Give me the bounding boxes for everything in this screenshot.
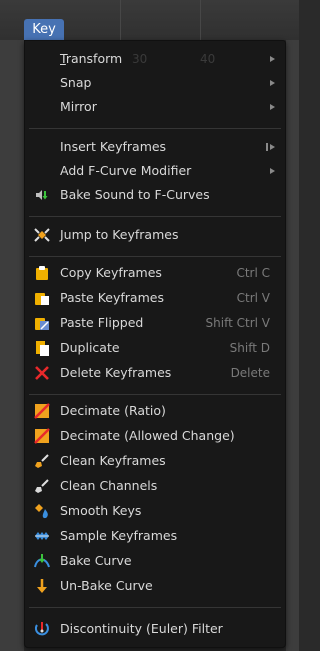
menu-item-clean-keyframes[interactable]: Clean Keyframes xyxy=(25,449,285,473)
menu-item-clean-channels[interactable]: Clean Channels xyxy=(25,474,285,498)
menu-item-paste-keyframes[interactable]: Paste Keyframes Ctrl V xyxy=(25,286,285,310)
menu-separator xyxy=(29,256,281,257)
key-menu-dropdown: Transform 30 40 Snap Mirror Insert Keyfr… xyxy=(24,40,286,648)
menu-item-label: Duplicate xyxy=(60,340,120,355)
menu-item-copy-keyframes[interactable]: Copy Keyframes Ctrl C xyxy=(25,261,285,285)
menu-item-bake-curve[interactable]: Bake Curve xyxy=(25,549,285,573)
copy-icon xyxy=(34,265,50,281)
menu-separator xyxy=(29,607,281,608)
menu-item-label: Insert Keyframes xyxy=(60,139,167,154)
decimate-icon xyxy=(34,403,50,419)
menu-separator xyxy=(29,216,281,217)
submenu-arrow-icon xyxy=(270,56,275,62)
menu-item-jump-to-keyframes[interactable]: Jump to Keyframes xyxy=(25,223,285,247)
delete-x-icon xyxy=(34,365,50,381)
menu-item-label: Bake Curve xyxy=(60,553,132,568)
unbake-arrow-icon xyxy=(34,578,50,594)
menu-item-label: Discontinuity (Euler) Filter xyxy=(60,621,223,636)
editor-background-left xyxy=(0,40,24,651)
smooth-icon xyxy=(34,503,50,519)
menu-separator xyxy=(29,394,281,395)
timeline-tick xyxy=(120,0,121,40)
editor-background-right xyxy=(286,40,299,651)
euler-filter-icon xyxy=(34,621,50,637)
menu-item-label: Decimate (Ratio) xyxy=(60,403,166,418)
paste-flipped-icon xyxy=(34,315,50,331)
menu-item-label: Add F-Curve Modifier xyxy=(60,163,192,178)
menu-item-label: Mirror xyxy=(60,99,97,114)
menu-item-delete-keyframes[interactable]: Delete Keyframes Delete xyxy=(25,361,285,385)
brush-icon xyxy=(34,453,50,469)
menu-item-label: Bake Sound to F-Curves xyxy=(60,187,210,202)
menu-item-discontinuity-filter[interactable]: Discontinuity (Euler) Filter xyxy=(25,617,285,641)
menu-item-label: Paste Flipped xyxy=(60,315,144,330)
menu-item-label: Un-Bake Curve xyxy=(60,578,153,593)
key-menu-tab[interactable]: Key xyxy=(24,19,64,40)
menu-item-label: Decimate (Allowed Change) xyxy=(60,428,235,443)
submenu-menu-icon xyxy=(265,141,277,153)
submenu-arrow-icon xyxy=(270,80,275,86)
shortcut-label: Shift Ctrl V xyxy=(205,316,270,330)
paste-icon xyxy=(34,290,50,306)
shortcut-label: Ctrl C xyxy=(236,266,270,280)
menu-item-bake-sound[interactable]: Bake Sound to F-Curves xyxy=(25,183,285,207)
submenu-arrow-icon xyxy=(270,168,275,174)
menu-item-duplicate[interactable]: Duplicate Shift D xyxy=(25,336,285,360)
menu-item-transform[interactable]: Transform 30 40 xyxy=(25,47,285,71)
menu-item-insert-keyframes[interactable]: Insert Keyframes xyxy=(25,135,285,159)
menu-item-paste-flipped[interactable]: Paste Flipped Shift Ctrl V xyxy=(25,311,285,335)
menu-item-mirror[interactable]: Mirror xyxy=(25,95,285,119)
menu-item-label: Sample Keyframes xyxy=(60,528,178,543)
timeline-tick xyxy=(200,0,201,40)
menu-item-label: Transform xyxy=(60,51,123,66)
menu-item-label: Smooth Keys xyxy=(60,503,142,518)
menu-item-label: Copy Keyframes xyxy=(60,265,162,280)
jump-to-keyframes-icon xyxy=(34,227,50,243)
transform-label-rest: ransform xyxy=(65,51,123,66)
menu-item-label: Snap xyxy=(60,75,92,90)
ghost-frame-number: 30 xyxy=(132,52,148,66)
submenu-arrow-icon xyxy=(270,104,275,110)
menu-item-label: Clean Keyframes xyxy=(60,453,166,468)
menu-item-label: Paste Keyframes xyxy=(60,290,164,305)
decimate-icon xyxy=(34,428,50,444)
duplicate-icon xyxy=(34,340,50,356)
menu-item-label: Jump to Keyframes xyxy=(60,227,179,242)
ghost-frame-number: 40 xyxy=(200,52,216,66)
menu-item-smooth-keys[interactable]: Smooth Keys xyxy=(25,499,285,523)
menu-item-decimate-allowed-change[interactable]: Decimate (Allowed Change) xyxy=(25,424,285,448)
shortcut-label: Delete xyxy=(230,366,270,380)
menu-item-label: Delete Keyframes xyxy=(60,365,172,380)
menu-item-label: Clean Channels xyxy=(60,478,158,493)
menu-item-sample-keyframes[interactable]: Sample Keyframes xyxy=(25,524,285,548)
shortcut-label: Ctrl V xyxy=(236,291,270,305)
menu-item-add-fcurve-modifier[interactable]: Add F-Curve Modifier xyxy=(25,159,285,183)
menu-item-snap[interactable]: Snap xyxy=(25,71,285,95)
speaker-icon xyxy=(34,187,50,203)
shortcut-label: Shift D xyxy=(229,341,270,355)
menu-separator xyxy=(29,128,281,129)
menu-item-decimate-ratio[interactable]: Decimate (Ratio) xyxy=(25,399,285,423)
sample-keyframes-icon xyxy=(34,528,50,544)
key-menu-label: Key xyxy=(32,22,56,37)
brush-icon xyxy=(34,478,50,494)
bake-curve-icon xyxy=(34,553,50,569)
menu-item-unbake-curve[interactable]: Un-Bake Curve xyxy=(25,574,285,598)
